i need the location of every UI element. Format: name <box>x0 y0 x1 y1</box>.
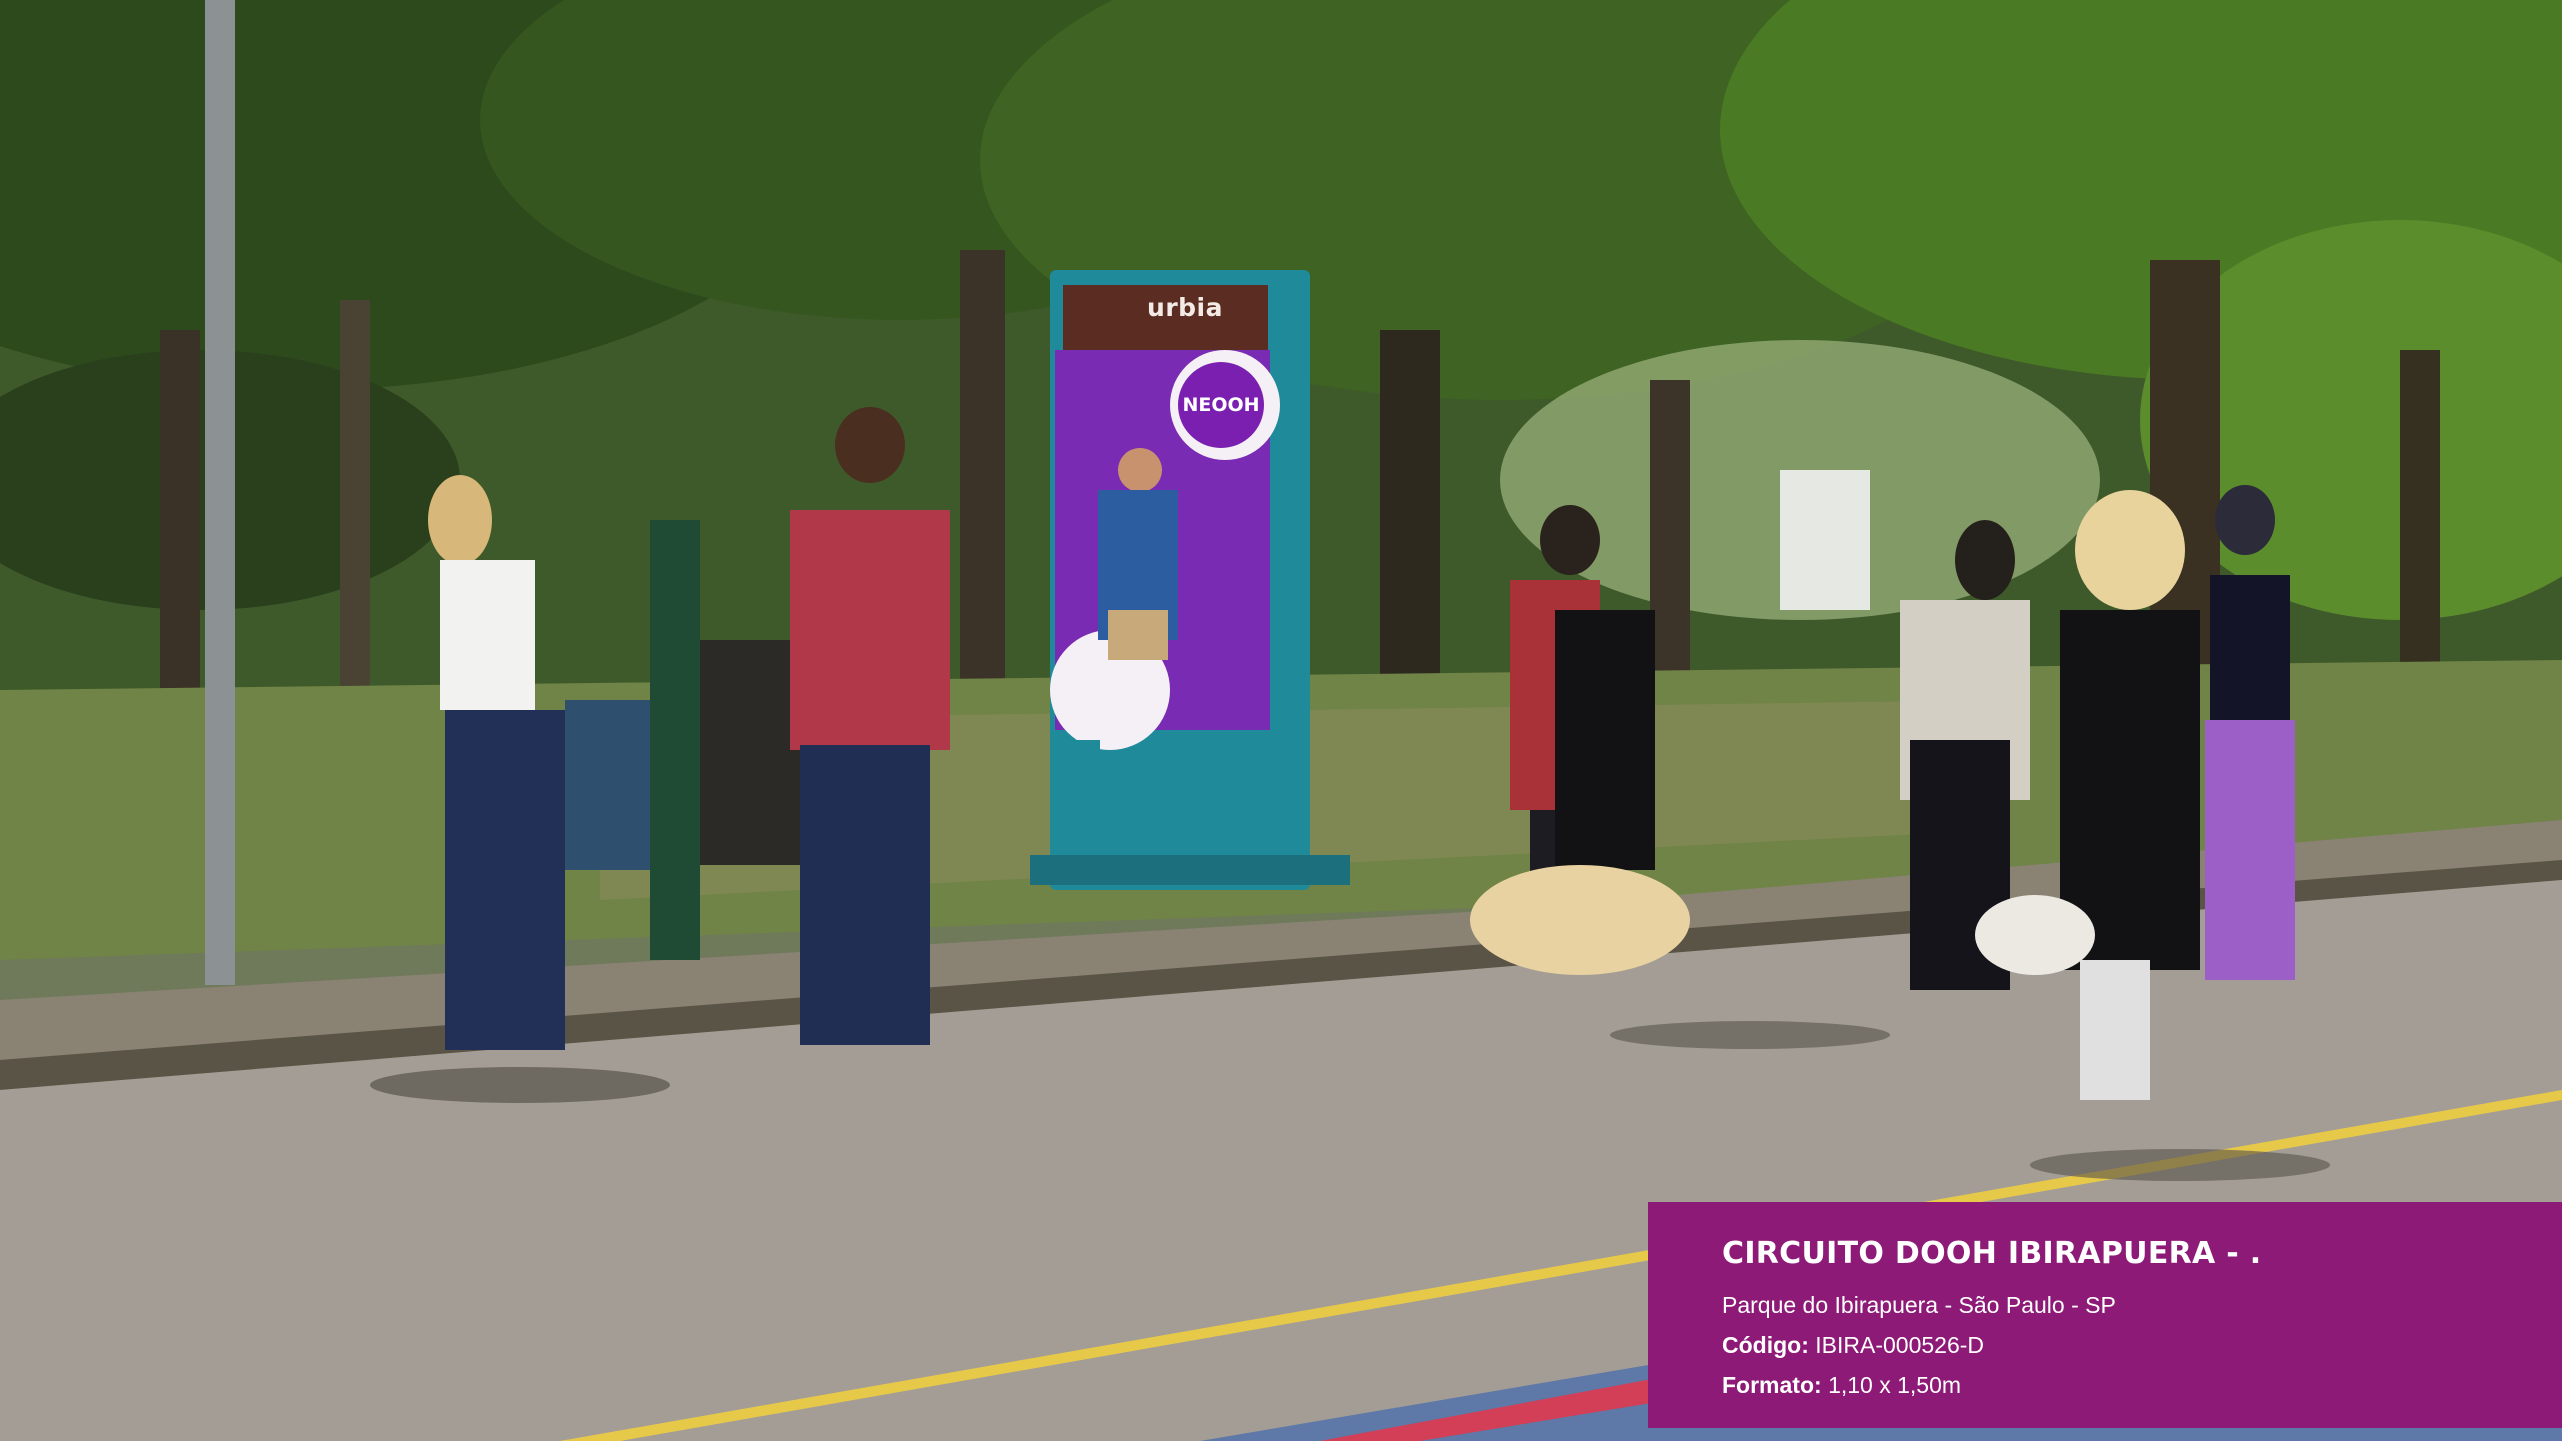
park-photo: urbia NEOOH CIRCUITO DOOH IBIRAPUERA - .… <box>0 0 2562 1441</box>
format-value: 1,10 x 1,50m <box>1828 1372 1962 1398</box>
billboard-badge: NEOOH <box>1178 362 1264 448</box>
info-code: Código: IBIRA-000526-D <box>1722 1325 2562 1365</box>
code-value: IBIRA-000526-D <box>1815 1332 1984 1358</box>
info-location: Parque do Ibirapuera - São Paulo - SP <box>1722 1292 2116 1318</box>
format-label: Formato: <box>1722 1372 1822 1398</box>
info-panel: CIRCUITO DOOH IBIRAPUERA - . Parque do I… <box>1648 1202 2562 1428</box>
info-title: CIRCUITO DOOH IBIRAPUERA - . <box>1722 1236 2262 1271</box>
golden-puppy <box>1470 865 1690 975</box>
white-puppy <box>1975 895 2095 975</box>
info-format: Formato: 1,10 x 1,50m <box>1722 1365 2562 1405</box>
lamp-post <box>205 0 235 985</box>
billboard <box>1030 270 1350 890</box>
billboard-brand: urbia <box>1147 293 1223 322</box>
code-label: Código: <box>1722 1332 1809 1358</box>
